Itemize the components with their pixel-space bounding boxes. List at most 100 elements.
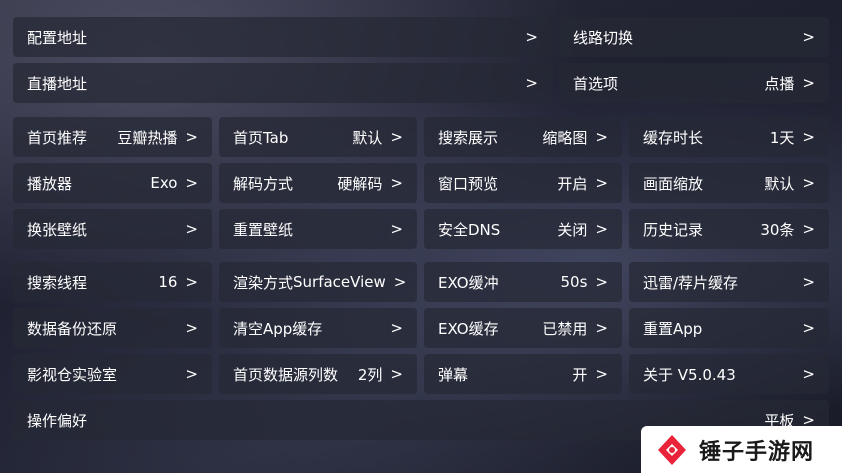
setting-item-exo缓存[interactable]: EXO缓存 已禁用 > (424, 308, 622, 348)
setting-value: 点播 (764, 74, 795, 93)
setting-item-画面缩放[interactable]: 画面缩放 默认 > (629, 163, 829, 203)
setting-item-首选项[interactable]: 首选项 点播 > (559, 63, 829, 103)
setting-label: 首页数据源列数 (233, 365, 339, 384)
setting-value: 16 (158, 273, 178, 291)
setting-item-配置地址[interactable]: 配置地址 > (13, 17, 552, 57)
setting-item-缓存时长[interactable]: 缓存时长 1天 > (629, 117, 829, 157)
setting-value: 硬解码 (337, 174, 383, 193)
setting-item-弹幕[interactable]: 弹幕开 > (424, 354, 622, 394)
watermark: 锤子手游网 (641, 426, 842, 473)
setting-label: 直播地址 (27, 74, 88, 93)
chevron-right-icon: > (390, 174, 403, 192)
setting-label: 安全DNS (438, 220, 501, 239)
setting-label: 渲染方式 (233, 273, 294, 292)
chevron-right-icon: > (802, 174, 815, 192)
setting-right: 50s > (561, 273, 608, 291)
setting-label: EXO缓存 (438, 319, 499, 338)
setting-right: > (802, 365, 815, 383)
setting-label: 解码方式 (233, 174, 294, 193)
setting-label: 影视仓实验室 (27, 365, 118, 384)
setting-right: 点播 > (764, 73, 815, 94)
setting-item-搜索展示[interactable]: 搜索展示 缩略图 > (424, 117, 622, 157)
setting-item-解码方式[interactable]: 解码方式 硬解码 > (219, 163, 417, 203)
setting-label: 配置地址 (27, 28, 88, 47)
setting-right: > (390, 319, 403, 337)
setting-item-迅雷/荐片缓存[interactable]: 迅雷/荐片缓存 > (629, 262, 829, 302)
setting-item-关于-v5.0.43[interactable]: 关于 V5.0.43 > (629, 354, 829, 394)
setting-item-首页数据源列数[interactable]: 首页数据源列数 2列 > (219, 354, 417, 394)
setting-item-首页tab[interactable]: 首页Tab 默认 > (219, 117, 417, 157)
setting-value: 默认 (352, 128, 383, 147)
setting-item-直播地址[interactable]: 直播地址 > (13, 63, 552, 103)
setting-right: > (802, 28, 815, 46)
setting-right: 豆瓣热播 > (117, 127, 198, 148)
setting-right: 1天 > (770, 127, 815, 148)
setting-right: > (525, 28, 538, 46)
chevron-right-icon: > (802, 220, 815, 238)
setting-right: > (390, 220, 403, 238)
chevron-right-icon: > (525, 74, 538, 92)
setting-label: 关于 V5.0.43 (643, 365, 736, 384)
setting-right: 默认 > (352, 127, 403, 148)
setting-label: 历史记录 (643, 220, 704, 239)
setting-label: 重置App (643, 319, 703, 338)
setting-right: 16 > (158, 273, 198, 291)
setting-item-重置壁纸[interactable]: 重置壁纸 > (219, 209, 417, 249)
chevron-right-icon: > (802, 319, 815, 337)
setting-value: 关闭 (557, 220, 588, 239)
setting-label: 窗口预览 (438, 174, 499, 193)
setting-item-窗口预览[interactable]: 窗口预览 开启 > (424, 163, 622, 203)
setting-item-线路切换[interactable]: 线路切换 > (559, 17, 829, 57)
chevron-right-icon: > (390, 220, 403, 238)
chevron-right-icon: > (595, 319, 608, 337)
setting-label: 换张壁纸 (27, 220, 88, 239)
setting-value: 缩略图 (542, 128, 588, 147)
setting-item-渲染方式[interactable]: 渲染方式 SurfaceView > (219, 262, 417, 302)
chevron-right-icon: > (802, 28, 815, 46)
setting-right: 2列 > (358, 364, 403, 385)
chevron-right-icon: > (185, 273, 198, 291)
setting-label: 操作偏好 (27, 411, 88, 430)
setting-right: > (802, 319, 815, 337)
setting-label: 重置壁纸 (233, 220, 294, 239)
setting-item-搜索线程[interactable]: 搜索线程 16 > (13, 262, 212, 302)
chevron-right-icon: > (595, 365, 608, 383)
setting-right: 30条 > (760, 219, 815, 240)
setting-item-exo缓冲[interactable]: EXO缓冲 50s > (424, 262, 622, 302)
setting-item-安全dns[interactable]: 安全DNS 关闭 > (424, 209, 622, 249)
setting-item-重置app[interactable]: 重置App > (629, 308, 829, 348)
setting-value: 50s (560, 273, 588, 291)
setting-item-首页推荐[interactable]: 首页推荐 豆瓣热播 > (13, 117, 212, 157)
setting-item-清空app缓存[interactable]: 清空App缓存 > (219, 308, 417, 348)
chevron-right-icon: > (390, 365, 403, 383)
setting-right: 关闭 > (557, 219, 608, 240)
setting-label: 画面缩放 (643, 174, 704, 193)
chevron-right-icon: > (185, 319, 198, 337)
setting-item-历史记录[interactable]: 历史记录 30条 > (629, 209, 829, 249)
chevron-right-icon: > (185, 128, 198, 146)
setting-right: 已禁用 > (542, 318, 608, 339)
chevron-right-icon: > (185, 174, 198, 192)
setting-label: 迅雷/荐片缓存 (643, 273, 739, 292)
setting-right: 开启 > (557, 173, 608, 194)
setting-label: 缓存时长 (643, 128, 704, 147)
chevron-right-icon: > (595, 273, 608, 291)
setting-value: 默认 (764, 174, 795, 193)
setting-item-影视仓实验室[interactable]: 影视仓实验室 > (13, 354, 212, 394)
setting-right: > (802, 273, 815, 291)
chevron-right-icon: > (390, 319, 403, 337)
setting-value: Exo (150, 174, 178, 192)
setting-label: 搜索线程 (27, 273, 88, 292)
setting-item-数据备份还原[interactable]: 数据备份还原 > (13, 308, 212, 348)
setting-label: 线路切换 (573, 28, 634, 47)
chevron-right-icon: > (802, 74, 815, 92)
setting-value: SurfaceView (293, 273, 386, 291)
setting-value: 豆瓣热播 (117, 128, 178, 147)
chevron-right-icon: > (595, 128, 608, 146)
setting-label: 搜索展示 (438, 128, 499, 147)
setting-label: 数据备份还原 (27, 319, 118, 338)
setting-item-换张壁纸[interactable]: 换张壁纸 > (13, 209, 212, 249)
setting-item-播放器[interactable]: 播放器 Exo > (13, 163, 212, 203)
setting-right: Exo > (150, 174, 198, 192)
chevron-right-icon: > (393, 273, 407, 291)
